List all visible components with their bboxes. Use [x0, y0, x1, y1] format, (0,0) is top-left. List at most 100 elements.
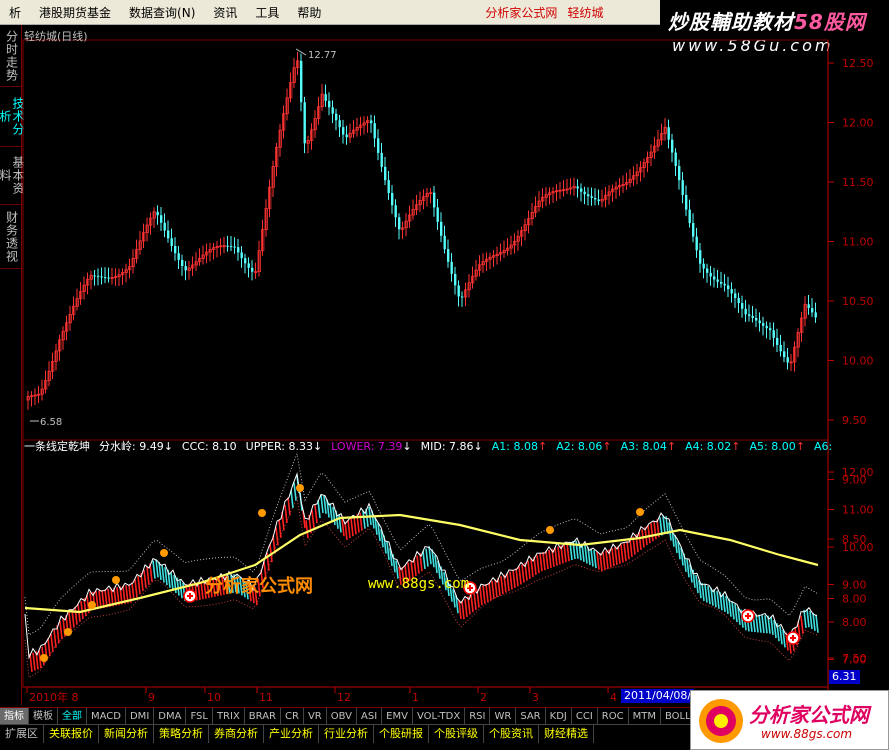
candle-body	[709, 272, 712, 277]
indicator-value: UPPER: 8.33↓	[245, 439, 323, 453]
indicator-tab[interactable]: OBV	[327, 707, 357, 725]
ribbon-stroke	[392, 554, 396, 573]
price-tick-label: 12.00	[842, 117, 874, 130]
extension-tab[interactable]: 关联报价	[44, 724, 99, 743]
extension-tab[interactable]: 新闻分析	[99, 724, 154, 743]
x-tick-label: 1	[412, 691, 419, 704]
indicator-tab[interactable]: VOL-TDX	[413, 707, 466, 725]
ribbon-stroke	[554, 547, 558, 566]
candle-body	[702, 263, 705, 269]
ribbon-stroke	[488, 582, 492, 601]
candle-body	[590, 196, 593, 198]
ribbon-stroke	[278, 519, 282, 538]
ribbon-stroke	[416, 555, 420, 574]
indicator-tab[interactable]: CR	[281, 707, 304, 725]
indicator-value: A6:	[813, 439, 833, 453]
indicator-tab[interactable]: DMA	[154, 707, 187, 725]
ribbon-stroke	[764, 615, 768, 634]
ribbon-stroke	[533, 556, 537, 576]
ribbon-stroke	[596, 551, 600, 570]
candle-body	[251, 267, 254, 272]
indicator-tab[interactable]: EMV	[382, 707, 413, 725]
indicator-tab[interactable]: VR	[304, 707, 327, 725]
extension-tab[interactable]: 财经精选	[539, 724, 594, 743]
candle-body	[783, 351, 786, 358]
ribbon-stroke	[626, 541, 630, 560]
indicator-tab[interactable]: DMI	[126, 707, 155, 725]
candle-body	[345, 134, 348, 138]
extension-tab[interactable]: 个股资讯	[484, 724, 539, 743]
candle-body	[751, 315, 754, 319]
chart-canvas[interactable]: 12.5012.0011.5011.0010.5010.009.509.008.…	[0, 0, 889, 707]
ribbon-stroke	[563, 544, 567, 563]
arrow-down-icon: ↓	[163, 440, 173, 453]
candle-body	[331, 107, 334, 114]
candle-body	[765, 325, 768, 329]
ribbon-stroke	[623, 543, 627, 562]
ribbon-stroke	[536, 555, 540, 574]
ribbon-stroke	[98, 590, 102, 609]
candle-body	[167, 230, 170, 239]
indicator-tab[interactable]: 模板	[29, 707, 58, 725]
candle-body	[104, 277, 107, 279]
x-tick-label: 11	[259, 691, 273, 704]
ribbon-stroke	[359, 512, 363, 531]
indicator-tab[interactable]: ROC	[598, 707, 629, 725]
indicator-tab[interactable]: SAR	[516, 707, 546, 725]
ribbon-stroke	[599, 553, 603, 572]
extension-tab[interactable]: 扩展区	[0, 724, 44, 743]
extension-tab[interactable]: 策略分析	[154, 724, 209, 743]
x-tick-label: 9	[148, 691, 155, 704]
ribbon-stroke	[137, 576, 141, 595]
extension-tab[interactable]: 产业分析	[264, 724, 319, 743]
ribbon-stroke	[716, 590, 720, 609]
candle-body	[814, 312, 817, 318]
candle-body	[107, 277, 110, 279]
runner-signal-icon	[88, 601, 96, 609]
indicator-tab[interactable]: 全部	[58, 707, 87, 725]
ribbon-stroke	[809, 610, 813, 630]
ribbon-stroke	[131, 582, 135, 601]
indicator-tab[interactable]: MACD	[87, 707, 126, 725]
candle-body	[671, 139, 674, 153]
candle-body	[576, 186, 579, 189]
candle-body	[163, 222, 166, 231]
indicator-tab[interactable]: CCI	[572, 707, 598, 725]
candle-body	[716, 279, 719, 282]
indicator-tab[interactable]: RSI	[465, 707, 491, 725]
ribbon-stroke	[386, 541, 390, 560]
indicator-tick-label: 7.00	[842, 654, 867, 667]
ribbon-stroke	[512, 569, 516, 589]
ribbon-stroke	[461, 601, 465, 620]
runner-signal-icon	[40, 654, 48, 662]
candle-body	[380, 152, 383, 167]
indicator-tab[interactable]: WR	[490, 707, 517, 725]
ribbon-stroke	[74, 606, 78, 625]
ribbon-stroke	[800, 615, 804, 634]
ribbon-stroke	[518, 566, 522, 585]
candle-body	[807, 304, 810, 309]
watermark-text: 分析家公式网	[205, 576, 313, 597]
extension-tab[interactable]: 个股评级	[429, 724, 484, 743]
indicator-tab[interactable]: BRAR	[245, 707, 281, 725]
ribbon-stroke	[647, 525, 651, 544]
extension-tab[interactable]: 个股研报	[374, 724, 429, 743]
logo-title: 分析家公式网	[749, 703, 869, 727]
indicator-tab[interactable]: TRIX	[213, 707, 245, 725]
indicator-value: CCC: 8.10	[181, 439, 237, 453]
candle-body	[244, 258, 247, 264]
indicator-tab[interactable]: MTM	[629, 707, 661, 725]
indicator-tab[interactable]: FSL	[186, 707, 213, 725]
extension-tab[interactable]: 行业分析	[319, 724, 374, 743]
ribbon-stroke	[311, 510, 315, 529]
candle-body	[436, 207, 439, 222]
candle-body	[730, 289, 733, 294]
candle-body	[713, 276, 716, 280]
ribbon-stroke	[545, 550, 549, 570]
indicator-tab[interactable]: ASI	[357, 707, 383, 725]
extension-tab[interactable]: 券商分析	[209, 724, 264, 743]
candle-body	[156, 211, 159, 216]
runner-signal-icon	[296, 484, 304, 492]
indicator-tab[interactable]: KDJ	[546, 707, 572, 725]
indicator-tab[interactable]: 指标	[0, 707, 29, 725]
